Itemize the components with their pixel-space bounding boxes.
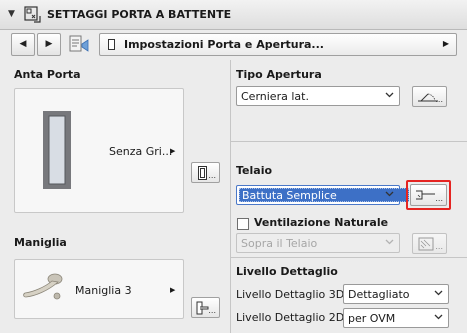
door-leaf-icon — [198, 166, 207, 180]
detail-level-3d-dropdown[interactable]: Dettagliato — [343, 284, 449, 304]
column-divider — [230, 60, 231, 333]
triangle-right-icon: ▶ — [170, 286, 176, 294]
panel-title: SETTAGGI PORTA A BATTENTE — [47, 8, 232, 21]
current-page-label: Impostazioni Porta e Apertura... — [124, 38, 324, 51]
door-leaf-settings-button[interactable]: ... — [191, 162, 220, 183]
opening-type-value: Cerniera lat. — [241, 90, 309, 103]
triangle-right-icon: ▶ — [45, 39, 53, 49]
chevron-down-icon — [385, 191, 394, 197]
detail-level-2d-value: per OVM — [348, 312, 396, 325]
natural-ventilation-checkbox[interactable] — [237, 218, 249, 230]
detail-level-2d-label: Livello Dettaglio 2D — [236, 311, 345, 324]
detail-level-2d-dropdown[interactable]: per OVM — [343, 308, 449, 328]
ventilation-position-value: Sopra il Telaio — [241, 237, 318, 250]
handle-preview-label: Maniglia 3 — [75, 284, 132, 297]
previous-page-button[interactable]: ◀ — [11, 33, 35, 56]
triangle-right-icon: ▶ — [170, 147, 176, 155]
favorites-icon[interactable] — [67, 34, 91, 55]
door-settings-icon — [24, 6, 41, 23]
detail-level-heading: Livello Dettaglio — [236, 265, 338, 278]
frame-heading: Telaio — [236, 164, 273, 177]
chevron-down-icon — [434, 314, 443, 320]
handle-preview[interactable]: Maniglia 3 ▶ — [14, 259, 184, 319]
frame-type-value: Battuta Semplice — [239, 188, 409, 202]
section-divider — [231, 257, 467, 258]
detail-level-3d-label: Livello Dettaglio 3D — [236, 288, 345, 301]
chevron-down-icon — [385, 239, 394, 245]
next-page-button[interactable]: ▶ — [37, 33, 61, 56]
frame-type-dropdown[interactable]: Battuta Semplice — [236, 185, 409, 205]
section-divider — [231, 141, 467, 142]
door-leaf-preview[interactable]: Senza Gri... ▶ — [14, 88, 184, 213]
opening-type-dropdown[interactable]: Cerniera lat. — [236, 86, 400, 106]
door-leaf-preview-label: Senza Gri... — [109, 145, 173, 158]
chevron-down-icon — [385, 92, 394, 98]
page-navigator: ◀ ▶ Impostazioni Porta e Apertura... ▶ — [11, 33, 457, 56]
handle-thumbnail — [23, 273, 63, 300]
door-leaf-thumbnail — [43, 111, 71, 189]
natural-ventilation-label: Ventilazione Naturale — [254, 216, 389, 229]
opening-type-heading: Tipo Apertura — [236, 68, 322, 81]
chevron-down-icon — [434, 290, 443, 296]
door-frame-icon — [416, 190, 435, 200]
door-leaf-heading: Anta Porta — [14, 68, 81, 81]
handle-heading: Maniglia — [14, 236, 67, 249]
frame-settings-button[interactable]: ... — [410, 184, 447, 206]
triangle-left-icon: ◀ — [19, 39, 27, 49]
ventilation-settings-button[interactable]: ... — [412, 233, 447, 254]
collapse-triangle-icon[interactable]: ▼ — [8, 9, 15, 19]
page-selector[interactable]: Impostazioni Porta e Apertura... ▶ — [99, 33, 457, 56]
triangle-right-icon: ▶ — [442, 39, 449, 48]
page-icon — [108, 39, 115, 50]
handle-settings-button[interactable]: ... — [191, 297, 220, 318]
detail-level-3d-value: Dettagliato — [348, 288, 410, 301]
opening-type-settings-button[interactable]: ... — [412, 86, 447, 107]
ventilation-position-dropdown[interactable]: Sopra il Telaio — [236, 233, 400, 253]
panel-header[interactable]: ▼ SETTAGGI PORTA A BATTENTE — [0, 0, 467, 30]
